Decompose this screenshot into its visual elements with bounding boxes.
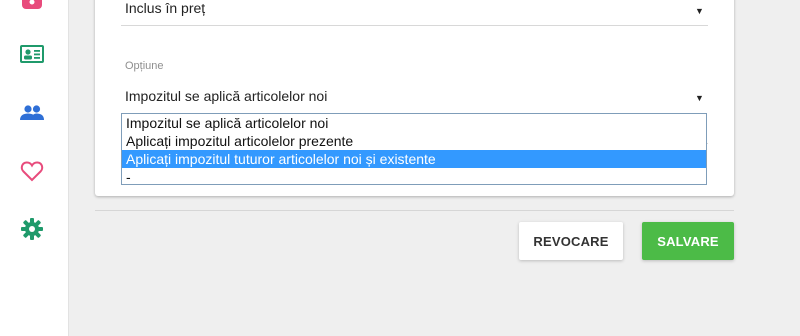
chevron-down-icon: ▼	[695, 93, 704, 103]
heart-icon[interactable]	[19, 158, 45, 184]
id-card-icon[interactable]	[19, 41, 45, 67]
dropdown-option[interactable]: Aplicați impozitul articolelor prezente	[122, 132, 706, 150]
gear-icon[interactable]	[19, 216, 45, 242]
save-button[interactable]: SALVARE	[642, 222, 734, 260]
people-icon[interactable]	[19, 100, 45, 126]
chevron-down-icon: ▼	[695, 6, 704, 16]
dropdown-option[interactable]: -	[122, 168, 706, 186]
dropdown-option[interactable]: Impozitul se aplică articolelor noi	[122, 114, 706, 132]
field-underline	[121, 25, 708, 26]
dropdown-option-highlighted[interactable]: Aplicați impozitul tuturor articolelor n…	[122, 150, 706, 168]
option-label: Opțiune	[125, 60, 164, 72]
bag-icon[interactable]	[19, 0, 45, 16]
option-value: Impozitul se aplică articolelor noi	[125, 88, 328, 104]
sidebar	[0, 0, 69, 336]
cancel-button[interactable]: REVOCARE	[519, 222, 623, 260]
option-dropdown-list[interactable]: Impozitul se aplică articolelor noi Apli…	[121, 113, 707, 185]
actions-divider	[95, 210, 734, 211]
tax-included-value: Inclus în preț	[125, 0, 206, 16]
